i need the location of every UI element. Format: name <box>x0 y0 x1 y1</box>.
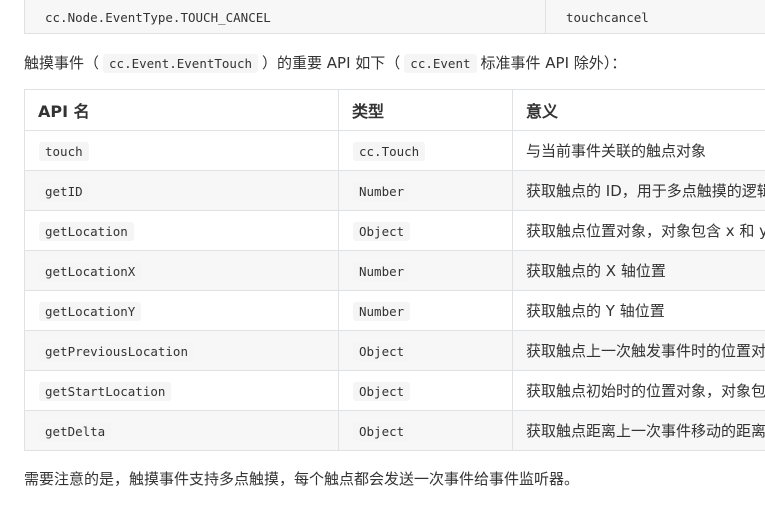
type-cell: Number <box>338 290 513 331</box>
api-cell: getStartLocation <box>24 370 339 411</box>
api-name: touch <box>39 141 89 161</box>
meaning-cell: 获取触点上一次触发事件时的位置对象 <box>512 330 765 371</box>
api-name: getLocation <box>39 221 134 241</box>
api-type: cc.Touch <box>353 141 426 161</box>
touch-api-table: API 名 类型 意义 touch cc.Touch 与当前事件关联的触点对象 … <box>24 89 765 451</box>
meaning-cell: 获取触点的 X 轴位置 <box>512 250 765 291</box>
event-name-cell: touchcancel <box>545 0 765 34</box>
event-name-code: touchcancel <box>566 10 649 25</box>
header-meaning: 意义 <box>512 89 765 131</box>
api-name: getID <box>39 181 89 201</box>
api-name: getStartLocation <box>39 381 172 401</box>
api-type: Object <box>353 421 411 441</box>
api-cell: touch <box>24 130 339 171</box>
event-type-code: cc.Node.EventType.TOUCH_CANCEL <box>45 10 271 25</box>
api-name: getPreviousLocation <box>39 341 194 361</box>
footer-note: 需要注意的是，触摸事件支持多点触摸，每个触点都会发送一次事件给事件监听器。 <box>24 470 580 488</box>
intro-paragraph: 触摸事件（ cc.Event.EventTouch ）的重要 API 如下（ cc.E… <box>24 50 626 76</box>
intro-text-after: 标准事件 API 除外）： <box>480 54 627 72</box>
api-cell: getPreviousLocation <box>24 330 339 371</box>
table-header-row: API 名 类型 意义 <box>24 89 765 131</box>
event-type-cell: cc.Node.EventType.TOUCH_CANCEL <box>24 0 546 34</box>
type-cell: Number <box>338 250 513 291</box>
api-cell: getLocationY <box>24 290 339 331</box>
table-row: getLocationY Number 获取触点的 Y 轴位置 <box>24 290 765 331</box>
table-row: getLocation Object 获取触点位置对象，对象包含 x 和 y 属… <box>24 210 765 251</box>
api-type: Number <box>353 181 411 201</box>
table-row: getLocationX Number 获取触点的 X 轴位置 <box>24 250 765 291</box>
previous-event-table-tail: cc.Node.EventType.TOUCH_CANCEL touchcanc… <box>24 0 765 34</box>
api-type: Object <box>353 221 411 241</box>
type-cell: Object <box>338 410 513 451</box>
type-cell: Number <box>338 170 513 211</box>
api-cell: getLocation <box>24 210 339 251</box>
api-type: Object <box>353 381 411 401</box>
type-cell: cc.Touch <box>338 130 513 171</box>
api-type: Number <box>353 301 411 321</box>
intro-text-before: 触摸事件（ <box>24 54 100 72</box>
table-row: getDelta Object 获取触点距离上一次事件移动的距离对象 <box>24 410 765 451</box>
header-api-name: API 名 <box>24 89 339 131</box>
meaning-cell: 获取触点的 ID，用于多点触摸的逻辑判断 <box>512 170 765 211</box>
table-row: getID Number 获取触点的 ID，用于多点触摸的逻辑判断 <box>24 170 765 211</box>
intro-code-event: cc.Event <box>404 54 477 73</box>
meaning-cell: 获取触点距离上一次事件移动的距离对象 <box>512 410 765 451</box>
api-type: Object <box>353 341 411 361</box>
api-cell: getID <box>24 170 339 211</box>
meaning-cell: 获取触点位置对象，对象包含 x 和 y 属性 <box>512 210 765 251</box>
table-row: touch cc.Touch 与当前事件关联的触点对象 <box>24 130 765 171</box>
header-type: 类型 <box>338 89 513 131</box>
meaning-cell: 获取触点的 Y 轴位置 <box>512 290 765 331</box>
api-name: getDelta <box>39 421 112 441</box>
type-cell: Object <box>338 370 513 411</box>
meaning-cell: 与当前事件关联的触点对象 <box>512 130 765 171</box>
api-name: getLocationX <box>39 261 142 281</box>
api-type: Number <box>353 261 411 281</box>
meaning-cell: 获取触点初始时的位置对象，对象包含 x 和 y 属性 <box>512 370 765 411</box>
intro-text-middle: ）的重要 API 如下（ <box>262 54 401 72</box>
table-row: getStartLocation Object 获取触点初始时的位置对象，对象包… <box>24 370 765 411</box>
intro-code-event-touch: cc.Event.EventTouch <box>103 54 259 73</box>
api-cell: getDelta <box>24 410 339 451</box>
table-row: getPreviousLocation Object 获取触点上一次触发事件时的… <box>24 330 765 371</box>
table-row: cc.Node.EventType.TOUCH_CANCEL touchcanc… <box>24 0 765 34</box>
api-name: getLocationY <box>39 301 142 321</box>
api-cell: getLocationX <box>24 250 339 291</box>
type-cell: Object <box>338 330 513 371</box>
type-cell: Object <box>338 210 513 251</box>
